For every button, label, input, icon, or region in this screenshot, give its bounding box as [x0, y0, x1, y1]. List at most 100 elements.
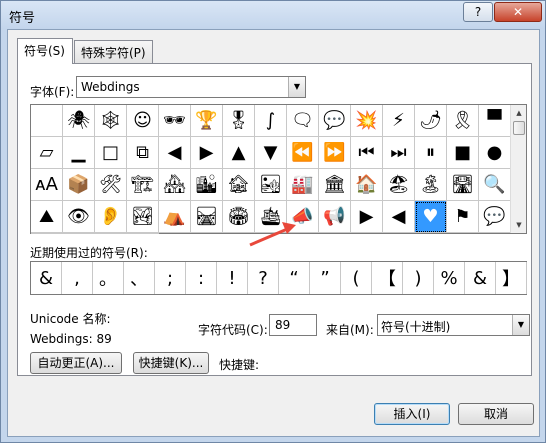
symbol-cell[interactable]: 💥 — [351, 105, 383, 137]
recent-symbol-cell[interactable]: 【 — [372, 262, 403, 294]
symbol-cell[interactable]: ⛺ — [159, 201, 191, 233]
recent-symbol-cell[interactable]: ; — [155, 262, 186, 294]
shortcut-key-button[interactable]: 快捷键(K)... — [133, 352, 209, 374]
symbol-cell[interactable]: 🛣 — [447, 169, 479, 201]
symbol-cell[interactable]: □ — [95, 137, 127, 169]
symbol-cell[interactable]: ▶ — [351, 201, 383, 233]
tab-special-characters[interactable]: 特殊字符(P) — [74, 40, 153, 63]
symbol-cell[interactable]: ◀ — [383, 201, 415, 233]
symbol-cell[interactable]: 🏙 — [191, 169, 223, 201]
recent-symbol-cell[interactable]: “ — [279, 262, 310, 294]
symbol-cell[interactable]: 🏖 — [383, 169, 415, 201]
symbol-cell-selected[interactable]: ♥ — [415, 201, 447, 233]
symbol-cell[interactable]: 👁 — [63, 201, 95, 233]
symbol-cell[interactable]: 🛠 — [95, 169, 127, 201]
symbol-cell[interactable]: ⏩ — [319, 137, 351, 169]
symbol-cell[interactable]: ■ — [447, 137, 479, 169]
symbol-cell[interactable]: ▰ — [31, 233, 63, 234]
scroll-up-icon[interactable]: ▲ — [512, 106, 526, 120]
symbol-cell[interactable]: 🔍 — [479, 169, 511, 201]
cancel-button[interactable]: 取消 — [458, 403, 534, 425]
symbol-cell[interactable]: ▲ — [223, 137, 255, 169]
symbol-cell[interactable]: ● — [479, 137, 511, 169]
chevron-down-icon[interactable]: ▼ — [512, 315, 529, 335]
symbol-cell[interactable]: 🏭 — [287, 169, 319, 201]
symbol-cell[interactable]: ▱ — [31, 137, 63, 169]
symbol-cell[interactable]: 🏛 — [319, 169, 351, 201]
symbol-cell[interactable]: 🎗 — [447, 105, 479, 137]
symbol-cell[interactable]: ◀ — [159, 137, 191, 169]
symbol-cell[interactable]: 🌶 — [415, 105, 447, 137]
symbol-cell[interactable]: ⧉ — [127, 137, 159, 169]
symbol-cell[interactable]: ⚡ — [383, 105, 415, 137]
tab-symbols[interactable]: 符号(S) — [17, 38, 73, 64]
symbol-cell[interactable]: 🛳 — [255, 201, 287, 233]
recent-symbol-cell[interactable]: ( — [341, 262, 372, 294]
recent-symbol-cell[interactable]: : — [186, 262, 217, 294]
recent-symbol-cell[interactable]: ? — [248, 262, 279, 294]
recent-symbols-label: 近期使用过的符号(R): — [30, 246, 148, 260]
recent-symbol-cell[interactable]: 、 — [124, 262, 155, 294]
symbol-cell[interactable]: 🏝 — [415, 169, 447, 201]
autocorrect-button[interactable]: 自动更正(A)... — [30, 352, 122, 374]
recent-symbol-cell[interactable]: , — [62, 262, 93, 294]
character-name: Webdings: 89 — [30, 332, 112, 346]
from-select[interactable]: 符号(十进制) ▼ — [377, 314, 530, 336]
symbol-cell[interactable]: ⛰ — [31, 201, 63, 233]
symbol-cell[interactable]: 👂 — [95, 201, 127, 233]
insert-button[interactable]: 插入(I) — [374, 403, 450, 425]
help-button[interactable]: ? — [463, 2, 493, 22]
symbol-cell[interactable]: ⏪ — [287, 137, 319, 169]
symbol-cell[interactable]: 🕶 — [159, 105, 191, 137]
symbol-cell[interactable]: 🗯 — [127, 233, 159, 234]
symbol-cell[interactable]: ∫ — [255, 105, 287, 137]
symbol-cell[interactable]: 📣 — [287, 201, 319, 233]
recent-symbol-cell[interactable]: 】 — [496, 262, 527, 294]
scroll-down-icon[interactable]: ▼ — [512, 218, 526, 232]
symbol-grid-scrollbar[interactable]: ▲ ▼ — [510, 105, 526, 233]
symbol-cell[interactable]: 📢 — [319, 201, 351, 233]
symbol-cell[interactable]: ☺ — [127, 105, 159, 137]
symbol-cell[interactable]: 🗨 — [95, 233, 127, 234]
symbol-cell[interactable]: 🏆 — [191, 105, 223, 137]
symbol-cell[interactable]: 🏜 — [255, 169, 287, 201]
symbol-cell[interactable]: 🏠 — [351, 169, 383, 201]
recent-symbol-cell[interactable]: ! — [217, 262, 248, 294]
symbol-cell[interactable]: 🏚 — [223, 169, 255, 201]
symbol-cell[interactable]: 🏘 — [159, 169, 191, 201]
symbol-cell[interactable]: ⚑ — [447, 201, 479, 233]
symbol-cell[interactable]: ▁ — [63, 137, 95, 169]
symbol-cell[interactable]: 🎖 — [223, 105, 255, 137]
symbol-cell[interactable]: 📦 — [63, 169, 95, 201]
recent-symbol-cell[interactable]: ) — [403, 262, 434, 294]
symbol-cell[interactable]: ▶ — [191, 137, 223, 169]
symbol-cell[interactable]: 🗨 — [287, 105, 319, 137]
recent-symbol-cell[interactable]: 。 — [93, 262, 124, 294]
symbol-cell[interactable]: 💬 — [63, 233, 95, 234]
scrollbar-thumb[interactable] — [513, 121, 525, 135]
recent-symbol-cell[interactable]: & — [31, 262, 62, 294]
symbol-cell[interactable]: ᴀA — [31, 169, 63, 201]
symbol-cell[interactable]: 🏟 — [223, 201, 255, 233]
character-code-input[interactable]: 89 — [269, 314, 317, 336]
font-select[interactable]: Webdings ▼ — [76, 76, 306, 98]
symbol-cell[interactable]: ⏭ — [383, 137, 415, 169]
symbol-cell[interactable]: ▀ — [479, 105, 511, 137]
symbol-cell[interactable]: 💬 — [319, 105, 351, 137]
recent-symbol-cell[interactable]: ” — [310, 262, 341, 294]
symbol-cell[interactable]: 🏞 — [127, 201, 159, 233]
close-button[interactable]: ✕ — [494, 2, 542, 22]
symbol-cell[interactable]: 🕸 — [95, 105, 127, 137]
symbol-cell[interactable]: ▼ — [255, 137, 287, 169]
title-bar[interactable]: 符号 ? ✕ — [1, 1, 545, 29]
symbol-cell[interactable]: 🕷 — [63, 105, 95, 137]
symbol-cell[interactable]: 🏗 — [127, 169, 159, 201]
symbol-cell[interactable]: ⏸ — [415, 137, 447, 169]
symbol-cell[interactable] — [31, 105, 63, 137]
symbol-cell[interactable]: ⏮ — [351, 137, 383, 169]
recent-symbol-cell[interactable]: % — [434, 262, 465, 294]
chevron-down-icon[interactable]: ▼ — [288, 77, 305, 97]
symbol-cell[interactable]: 🛤 — [191, 201, 223, 233]
symbol-cell[interactable]: 💬 — [479, 201, 511, 233]
recent-symbol-cell[interactable]: & — [465, 262, 496, 294]
